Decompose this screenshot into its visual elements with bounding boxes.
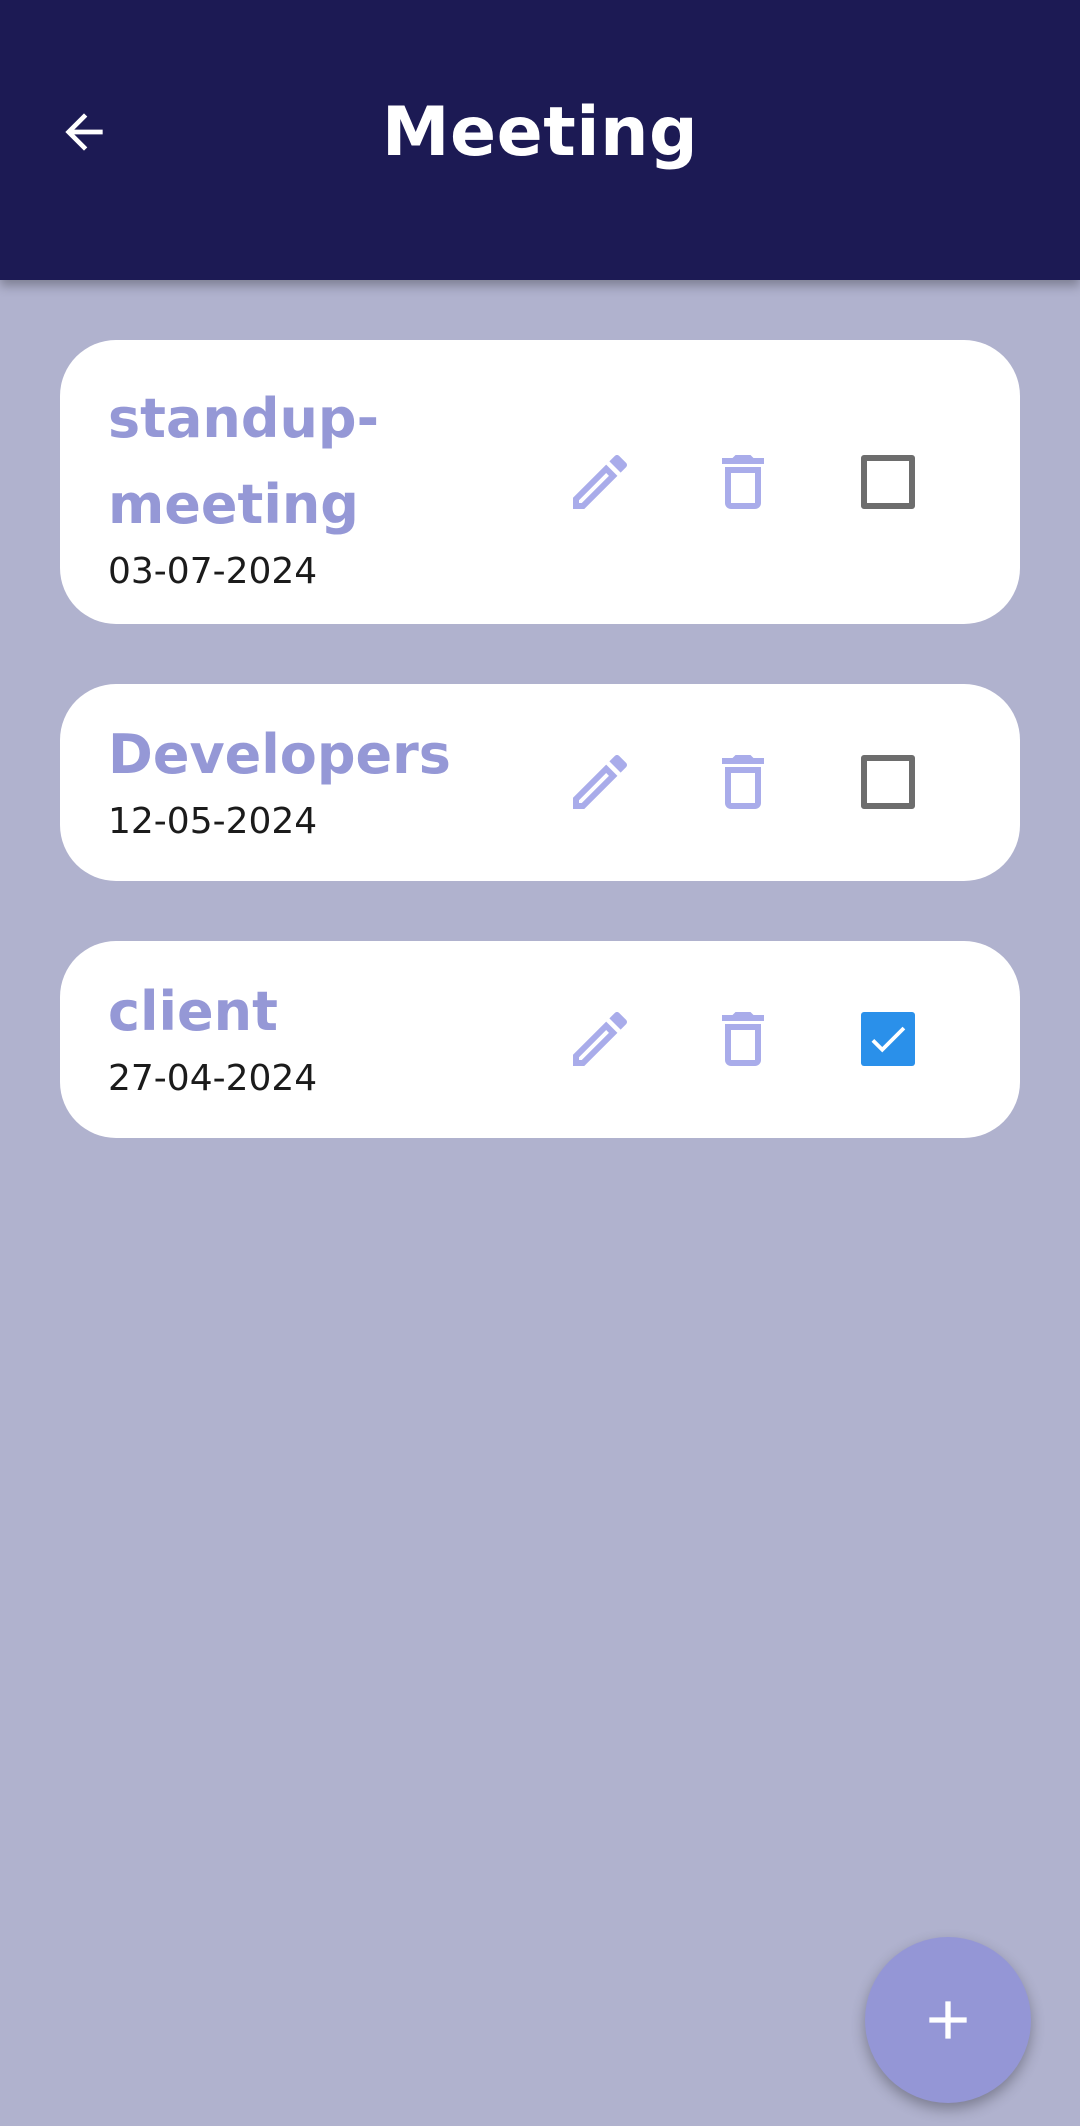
meeting-title: Developers	[108, 723, 451, 786]
add-meeting-button[interactable]	[865, 1937, 1031, 2103]
trash-icon	[722, 1012, 764, 1066]
delete-button[interactable]	[703, 999, 783, 1079]
meeting-text: client 27-04-2024	[108, 969, 317, 1103]
meeting-title-line: meeting	[108, 473, 359, 536]
edit-button[interactable]	[560, 999, 640, 1079]
meeting-date: 12-05-2024	[108, 801, 318, 842]
meeting-date: 03-07-2024	[108, 551, 318, 592]
meeting-title-line: standup-	[108, 387, 380, 450]
meeting-text: standup- meeting 03-07-2024	[108, 376, 379, 596]
trash-icon	[722, 455, 764, 509]
edit-button[interactable]	[560, 442, 640, 522]
completed-checkbox[interactable]	[861, 455, 915, 509]
meeting-title: standup- meeting	[108, 376, 379, 548]
pencil-icon	[573, 1012, 628, 1066]
pencil-icon	[573, 755, 628, 809]
meeting-card[interactable]: client 27-04-2024	[60, 941, 1020, 1138]
meeting-card[interactable]: standup- meeting 03-07-2024	[60, 340, 1020, 624]
completed-checkbox[interactable]	[861, 755, 915, 809]
meeting-list: standup- meeting 03-07-2024 Developers 1…	[60, 340, 1020, 1198]
meeting-title: client	[108, 980, 278, 1043]
meeting-text: Developers 12-05-2024	[108, 712, 451, 846]
delete-button[interactable]	[703, 442, 783, 522]
delete-button[interactable]	[703, 742, 783, 822]
completed-checkbox[interactable]	[861, 1012, 915, 1066]
edit-button[interactable]	[560, 742, 640, 822]
checkmark-icon	[871, 1026, 906, 1053]
trash-icon	[722, 755, 764, 809]
page-title: Meeting	[381, 93, 699, 172]
app-bar: Meeting	[0, 0, 1080, 280]
plus-icon	[929, 2001, 967, 2039]
meeting-card[interactable]: Developers 12-05-2024	[60, 684, 1020, 881]
meeting-date: 27-04-2024	[108, 1058, 318, 1099]
pencil-icon	[573, 455, 628, 509]
